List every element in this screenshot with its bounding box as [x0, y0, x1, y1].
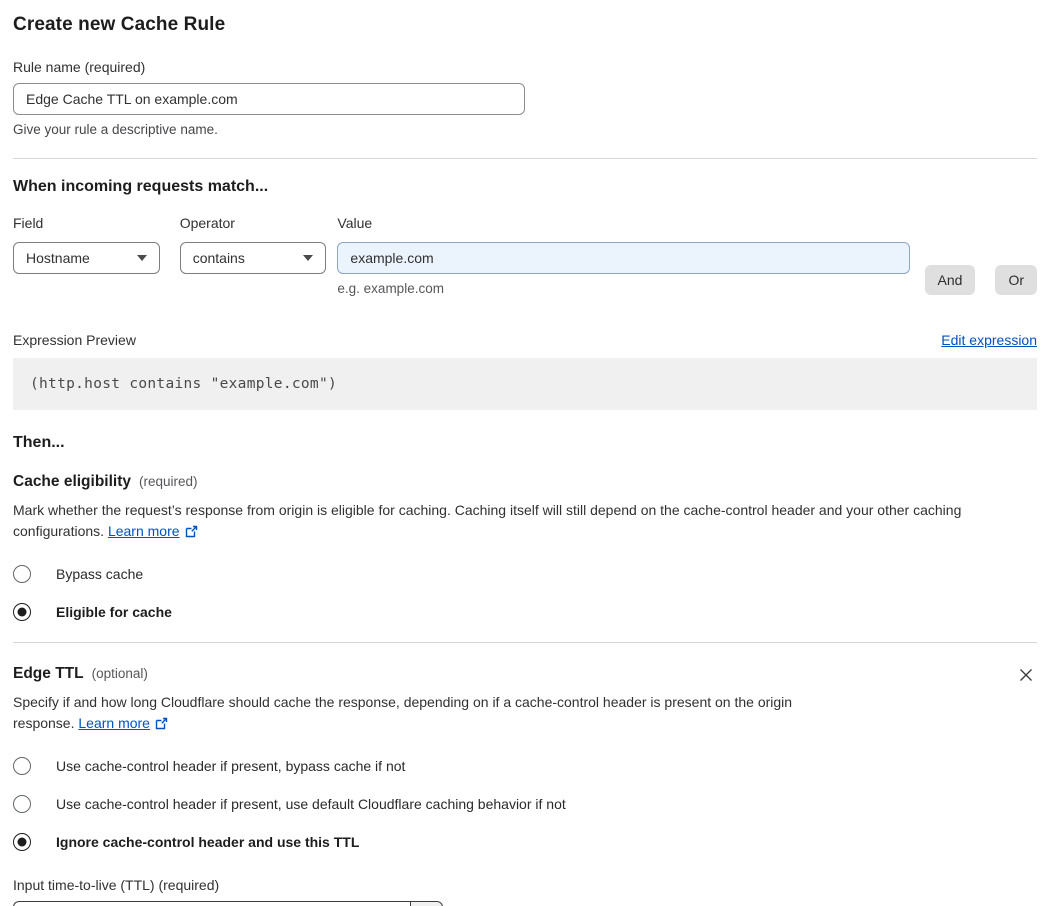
close-icon: [1020, 668, 1032, 681]
match-heading: When incoming requests match...: [13, 178, 269, 195]
edit-expression-link[interactable]: Edit expression: [941, 332, 1037, 348]
then-heading: Then...: [13, 434, 65, 451]
value-input[interactable]: [337, 242, 910, 274]
field-select-value: Hostname: [26, 250, 90, 266]
expression-code: (http.host contains "example.com"): [13, 358, 1037, 410]
match-section: When incoming requests match... Field Ho…: [13, 178, 1038, 410]
ttl-select[interactable]: 1 day: [13, 901, 443, 906]
cache-eligibility-description: Mark whether the request’s response from…: [13, 500, 1025, 544]
radio-option-use-header-bypass[interactable]: Use cache-control header if present, byp…: [13, 757, 1037, 775]
radio-icon: [13, 795, 31, 813]
operator-label: Operator: [179, 215, 235, 231]
and-button[interactable]: And: [924, 265, 976, 295]
radio-icon: [13, 833, 31, 851]
close-button[interactable]: [1015, 665, 1037, 687]
chevron-down-icon: [136, 255, 147, 261]
rule-name-field: Rule name (required) Give your rule a de…: [13, 59, 1037, 137]
learn-more-link[interactable]: Learn more: [78, 715, 150, 731]
external-link-icon: [155, 715, 168, 736]
ttl-label: Input time-to-live (TTL) (required): [13, 877, 220, 893]
radio-icon: [13, 565, 31, 583]
value-label: Value: [337, 215, 373, 231]
rule-name-helper: Give your rule a descriptive name.: [13, 122, 218, 137]
ttl-select-value: 1 day: [13, 901, 410, 906]
radio-option-eligible-for-cache[interactable]: Eligible for cache: [13, 603, 1037, 621]
radio-option-ignore-header-use-ttl[interactable]: Ignore cache-control header and use this…: [13, 833, 1037, 851]
expression-preview-label: Expression Preview: [13, 332, 136, 348]
create-cache-rule-form: Create new Cache Rule Rule name (require…: [0, 0, 1058, 906]
ttl-dropdown-button[interactable]: [410, 901, 443, 906]
edge-ttl-heading: Edge TTL: [13, 665, 84, 682]
operator-select[interactable]: contains: [179, 242, 327, 274]
condition-row: Field Hostname Operator contains Value e…: [13, 215, 1038, 296]
edge-ttl-section: Edge TTL (optional) Specify if and how l…: [13, 665, 1037, 906]
required-note: (required): [139, 474, 198, 489]
external-link-icon: [185, 523, 198, 544]
rule-name-label: Rule name (required): [13, 59, 146, 75]
edge-ttl-description: Specify if and how long Cloudflare shoul…: [13, 692, 853, 736]
rule-name-input[interactable]: [13, 83, 525, 115]
learn-more-link[interactable]: Learn more: [108, 523, 180, 539]
operator-select-value: contains: [192, 250, 245, 266]
divider: [13, 642, 1037, 643]
cache-eligibility-section: Cache eligibility (required) Mark whethe…: [13, 473, 1037, 621]
radio-option-bypass-cache[interactable]: Bypass cache: [13, 565, 1037, 583]
radio-icon: [13, 757, 31, 775]
page-title: Create new Cache Rule: [13, 14, 226, 35]
radio-option-use-header-default[interactable]: Use cache-control header if present, use…: [13, 795, 1037, 813]
field-select[interactable]: Hostname: [13, 242, 160, 274]
cache-eligibility-heading: Cache eligibility: [13, 473, 132, 490]
divider: [13, 158, 1037, 159]
optional-note: (optional): [91, 666, 148, 681]
chevron-down-icon: [303, 255, 314, 261]
radio-icon: [13, 603, 31, 621]
ttl-field: Input time-to-live (TTL) (required) 1 da…: [13, 877, 1037, 906]
or-button[interactable]: Or: [995, 265, 1038, 295]
value-helper: e.g. example.com: [337, 281, 444, 296]
field-label: Field: [13, 215, 44, 231]
